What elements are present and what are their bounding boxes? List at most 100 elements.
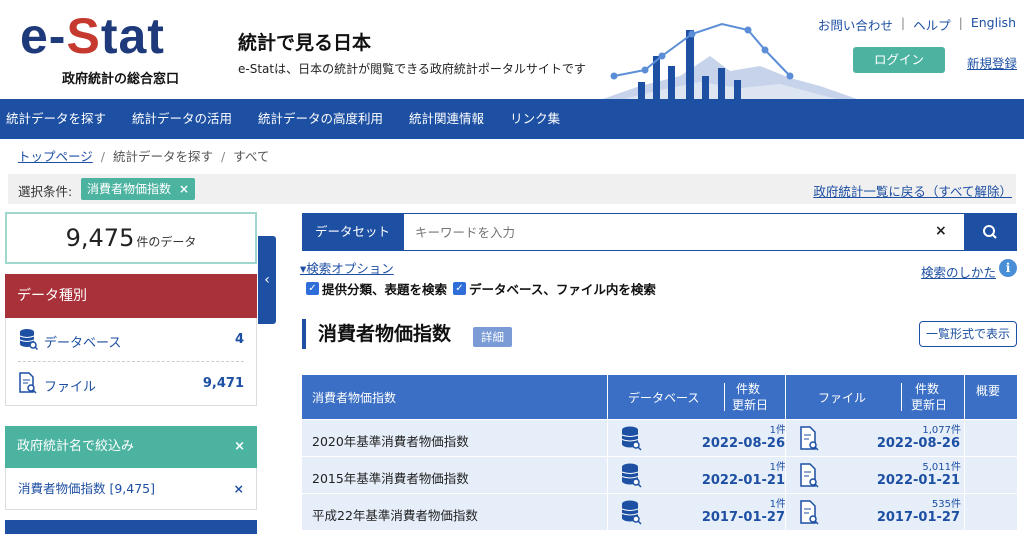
db-count: 1件: [770, 421, 786, 436]
column-header-file: ファイル: [818, 391, 867, 405]
db-updated-date: 2022-08-26: [701, 436, 785, 451]
checkbox-checked[interactable]: ✓: [306, 282, 319, 295]
checkbox-checked[interactable]: ✓: [453, 282, 466, 295]
stat-name[interactable]: 2020年基準消費者物価指数: [312, 431, 469, 450]
close-icon[interactable]: ×: [234, 468, 244, 510]
search-type-label: データセット: [315, 224, 391, 239]
section-title: 消費者物価指数: [302, 319, 451, 349]
column-header-name: 消費者物価指数: [312, 391, 397, 405]
database-icon[interactable]: [620, 499, 642, 525]
table-row[interactable]: 平成22年基準消費者物価指数 1件 2017-01-27 535件 2017-0…: [302, 493, 1017, 531]
breadcrumb-level2: 統計データを探す: [112, 149, 213, 164]
selected-conditions-bar: 選択条件: 消費者物価指数 × 政府統計一覧に戻る（すべて解除）: [8, 174, 1016, 204]
db-updated-date: 2017-01-27: [701, 510, 785, 525]
nav-item-links[interactable]: リンク集: [497, 99, 573, 139]
search-input[interactable]: [407, 216, 932, 248]
file-count: 535件: [932, 495, 961, 510]
register-link[interactable]: 新規登録: [967, 53, 1017, 72]
table-row[interactable]: 2015年基準消費者物価指数 1件 2022-01-21 5,011件 2022…: [302, 456, 1017, 494]
datatype-header: データ種別: [5, 274, 257, 318]
file-search-icon[interactable]: [798, 426, 820, 452]
file-updated-date: 2017-01-27: [876, 510, 960, 525]
logo-rest: tat: [100, 8, 165, 64]
file-search-icon: [19, 372, 37, 394]
english-link[interactable]: English: [971, 15, 1016, 34]
contact-link[interactable]: お問い合わせ: [818, 15, 893, 34]
detail-button[interactable]: 詳細: [473, 327, 512, 347]
breadcrumb: トップページ / 統計データを探す / すべて: [18, 146, 269, 165]
database-icon: [19, 329, 38, 350]
narrow-by-stat-item[interactable]: 消費者物価指数 [9,475] ×: [5, 468, 257, 510]
datatype-count: 9,471: [202, 376, 244, 391]
link-separator: |: [900, 15, 906, 30]
checkbox-database-file[interactable]: ✓ データベース、ファイル内を検索: [453, 279, 656, 298]
logo-s: S: [66, 8, 101, 64]
logo-subtitle: 政府統計の総合窓口: [62, 72, 180, 87]
datatype-list: データベース 4 ファイル 9,471: [5, 318, 257, 406]
close-icon[interactable]: ×: [179, 182, 189, 196]
database-icon[interactable]: [620, 462, 642, 488]
updated-label: 更新日: [911, 398, 948, 412]
filter-chip[interactable]: 消費者物価指数 ×: [81, 178, 196, 200]
site-title: 統計で見る日本: [238, 32, 372, 54]
db-count: 1件: [770, 458, 786, 473]
search-icon: [983, 225, 997, 239]
stat-name[interactable]: 2015年基準消費者物価指数: [312, 468, 469, 487]
main-nav: 統計データを探す 統計データの活用 統計データの高度利用 統計関連情報 リンク集: [0, 99, 1024, 139]
narrow-by-stat-header: 政府統計名で絞込み ×: [5, 426, 257, 468]
file-count-value: 5,011: [922, 462, 951, 473]
db-count: 1件: [770, 495, 786, 510]
login-button[interactable]: ログイン: [853, 47, 945, 73]
sidebar-collapse-button[interactable]: ‹: [258, 236, 276, 324]
close-icon[interactable]: ×: [935, 223, 947, 239]
checkbox-category-title[interactable]: ✓ 提供分類、表題を検索: [306, 279, 447, 298]
info-icon[interactable]: i: [999, 259, 1017, 277]
nav-item-data-usage[interactable]: 統計データの活用: [119, 99, 245, 139]
column-header-file-count: 件数 更新日: [911, 381, 947, 413]
back-to-list-link[interactable]: 政府統計一覧に戻る（すべて解除）: [813, 181, 1012, 200]
close-icon[interactable]: ×: [234, 426, 245, 468]
site-header: e-Stat 政府統計の総合窓口 統計で見る日本 e-Statは、日本の統計が閲…: [0, 0, 1024, 100]
datatype-label: ファイル: [44, 380, 97, 395]
estat-logo[interactable]: e-Stat: [20, 6, 165, 66]
table-header: 消費者物価指数 データベース 件数 更新日 ファイル 件数 更新日 概要: [302, 375, 1017, 419]
result-count-number: 9,475: [65, 224, 135, 252]
file-updated-date: 2022-01-21: [876, 473, 960, 488]
top-links: お問い合わせ | ヘルプ | English: [818, 15, 1016, 34]
column-header-db-count: 件数 更新日: [732, 381, 768, 413]
breadcrumb-home[interactable]: トップページ: [18, 149, 93, 164]
file-count-value: 1,077: [922, 425, 951, 436]
file-count: 5,011件: [922, 458, 961, 473]
datatype-item-file[interactable]: ファイル 9,471: [6, 362, 256, 405]
breadcrumb-separator: /: [221, 149, 226, 164]
result-count: 9,475 件のデータ: [5, 212, 257, 264]
search-bar: データセット ⌄ ×: [302, 213, 1017, 275]
filter-chip-label: 消費者物価指数: [87, 182, 172, 196]
database-icon[interactable]: [620, 425, 642, 451]
count-unit: 件: [951, 499, 961, 510]
nav-item-search-data[interactable]: 統計データを探す: [0, 99, 119, 139]
results-table: 消費者物価指数 データベース 件数 更新日 ファイル 件数 更新日 概要 2020年…: [302, 375, 1017, 531]
datatype-item-database[interactable]: データベース 4: [6, 318, 256, 361]
search-options-toggle[interactable]: ▾検索オプション: [300, 258, 394, 277]
list-view-button[interactable]: 一覧形式で表示: [919, 321, 1017, 347]
file-search-icon[interactable]: [798, 463, 820, 489]
narrow-item-label: 消費者物価指数 [9,475]: [18, 481, 156, 496]
count-label: 件数: [915, 382, 940, 396]
column-header-summary: 概要: [976, 384, 1001, 398]
table-row[interactable]: 2020年基準消費者物価指数 1件 2022-08-26 1,077件 2022…: [302, 419, 1017, 457]
search-help-link[interactable]: 検索のしかた: [921, 262, 996, 281]
nav-item-advanced-usage[interactable]: 統計データの高度利用: [245, 99, 396, 139]
help-link[interactable]: ヘルプ: [913, 15, 951, 34]
checkbox-label: 提供分類、表題を検索: [322, 282, 448, 297]
search-type-select[interactable]: データセット ⌄: [303, 214, 404, 275]
stat-name[interactable]: 平成22年基準消費者物価指数: [312, 505, 478, 524]
search-button[interactable]: [964, 214, 1017, 250]
db-updated-date: 2022-01-21: [701, 473, 785, 488]
file-search-icon[interactable]: [798, 500, 820, 526]
result-count-unit: 件のデータ: [136, 235, 197, 249]
nav-item-related-info[interactable]: 統計関連情報: [396, 99, 497, 139]
link-separator: |: [958, 15, 963, 30]
logo-prefix: e-: [20, 8, 67, 64]
datatype-label: データベース: [44, 336, 122, 351]
